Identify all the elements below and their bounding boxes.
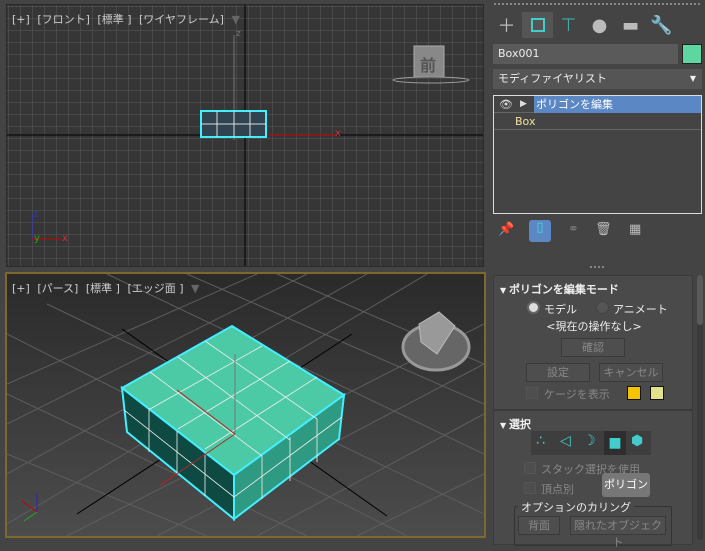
scrollbar-thumb[interactable] <box>697 275 703 325</box>
show-end-result-button[interactable]: ▯ <box>529 220 551 242</box>
configure-sets-icon[interactable]: ▦ <box>629 222 641 237</box>
collapse-arrow-icon: ▼ <box>500 421 509 430</box>
panel-drag-handle[interactable] <box>494 3 700 5</box>
gizmo-x-label: x <box>62 233 68 244</box>
tab-motion[interactable]: ● <box>584 12 615 38</box>
axis-z-label: z <box>236 29 241 39</box>
vp-menu-view[interactable]: [フロント] <box>37 13 90 26</box>
vp-menu-shading-std[interactable]: [標準 ] <box>86 282 120 295</box>
border-icon[interactable]: ☽ <box>583 433 596 449</box>
panel-scrollbar[interactable] <box>697 275 703 540</box>
rollout-selection: ▼ 選択 ∴ ◁ ☽ ■ ⬢ スタック選択を使用 頂点別 オプションのカリング … <box>493 410 693 549</box>
radio-model[interactable] <box>527 301 540 314</box>
rollout-header[interactable]: ▼ 選択 <box>500 416 531 432</box>
command-panel: ＋ ⊤ ● ▬ 🔧 Box001 モディファイヤリスト ▼ 👁 ▶ ポリゴンを編… <box>490 0 705 549</box>
commit-button[interactable]: 確認 <box>561 338 625 357</box>
modifier-stack[interactable]: 👁 ▶ ポリゴンを編集 Box <box>493 95 702 214</box>
viewport-front-label[interactable]: [+] [フロント] [標準 ] [ワイヤフレーム] ▼ <box>12 11 244 27</box>
modifier-list-dropdown[interactable]: モディファイヤリスト ▼ <box>493 69 702 89</box>
rollout-title: 選択 <box>508 418 531 431</box>
rollout-divider[interactable] <box>590 266 604 268</box>
culling-group: オプションのカリング 背面 隠れたオブジェクト <box>514 499 672 549</box>
element-icon[interactable]: ⬢ <box>631 433 643 449</box>
object-color-swatch[interactable] <box>682 44 702 64</box>
make-unique-icon[interactable]: ⚭ <box>568 222 579 237</box>
current-operation: <現在の操作なし> <box>546 320 642 333</box>
vp-menu-plus[interactable]: [+] <box>12 282 30 295</box>
tab-utilities[interactable]: 🔧 <box>646 12 677 38</box>
radio-model-label: モデル <box>544 303 577 316</box>
expand-arrow-icon[interactable]: ▶ <box>520 96 527 113</box>
remove-modifier-icon[interactable]: 🗑 <box>595 222 612 237</box>
vp-menu-view[interactable]: [パース] <box>37 282 78 295</box>
vp-menu-display[interactable]: [エッジ面 ] <box>127 282 183 295</box>
tab-create[interactable]: ＋ <box>491 12 522 38</box>
vp-menu-shading-std[interactable]: [標準 ] <box>97 13 131 26</box>
front-grid <box>7 5 483 266</box>
vp-menu-plus[interactable]: [+] <box>12 13 30 26</box>
gizmo-z-label: z <box>33 209 39 220</box>
stack-toolbar: 📌 ▯ ⚭ 🗑 ▦ <box>493 219 702 243</box>
settings-button[interactable]: 設定 <box>526 363 590 382</box>
filter-icon[interactable]: ▼ <box>231 13 239 26</box>
cage-color-2[interactable] <box>650 386 664 400</box>
stack-item-edit-poly[interactable]: 👁 ▶ ポリゴンを編集 <box>494 96 701 113</box>
radio-animate[interactable] <box>596 301 609 314</box>
subobject-toolbar: ∴ ◁ ☽ ■ ⬢ <box>531 431 651 455</box>
axis-x-label: x <box>335 128 341 139</box>
vertex-icon[interactable]: ∴ <box>536 433 545 449</box>
hidden-objects-button[interactable]: 隠れたオブジェクト <box>570 516 666 549</box>
pin-stack-icon[interactable]: 📌 <box>498 222 514 237</box>
show-cage-label: ケージを表示 <box>544 388 610 401</box>
by-vertex-label: 頂点別 <box>541 483 574 496</box>
vp-menu-display[interactable]: [ワイヤフレーム] <box>139 13 224 26</box>
polygon-icon[interactable]: ■ <box>604 431 626 455</box>
cancel-button[interactable]: キャンセル <box>599 363 663 382</box>
use-stack-selection-checkbox[interactable] <box>524 462 536 474</box>
gizmo-y-label: y <box>34 233 40 244</box>
eye-icon[interactable]: 👁 <box>499 96 513 113</box>
stack-item-label: ポリゴンを編集 <box>534 96 701 113</box>
tooltip: ポリゴン <box>602 473 650 497</box>
viewport-perspective-label[interactable]: [+] [パース] [標準 ] [エッジ面 ] ▼ <box>12 280 204 296</box>
rollout-title: ポリゴンを編集モード <box>508 283 619 296</box>
by-vertex-checkbox[interactable] <box>524 482 536 494</box>
tab-display[interactable]: ▬ <box>615 12 646 38</box>
rollout-header[interactable]: ▼ ポリゴンを編集モード <box>500 281 619 297</box>
viewport-perspective[interactable]: [+] [パース] [標準 ] [エッジ面 ] ▼ <box>5 272 486 538</box>
show-cage-checkbox[interactable] <box>526 387 538 399</box>
object-name-input[interactable]: Box001 <box>493 44 678 64</box>
rollout-edit-poly-mode: ▼ ポリゴンを編集モード モデル アニメート <現在の操作なし> 確認 設定 キ… <box>493 275 693 410</box>
collapse-arrow-icon: ▼ <box>500 286 509 295</box>
radio-animate-label: アニメート <box>613 303 668 316</box>
chevron-down-icon: ▼ <box>689 74 696 83</box>
modifier-list-label: モディファイヤリスト <box>498 72 607 85</box>
viewcube-label[interactable]: 前 <box>420 52 436 76</box>
edge-icon[interactable]: ◁ <box>560 433 571 449</box>
stack-item-box[interactable]: Box <box>494 113 701 130</box>
tab-modify[interactable] <box>522 12 553 38</box>
modify-icon <box>530 18 545 32</box>
tab-hierarchy[interactable]: ⊤ <box>553 12 584 38</box>
filter-icon[interactable]: ▼ <box>191 282 199 295</box>
culling-group-label: オプションのカリング <box>518 499 634 515</box>
backface-button[interactable]: 背面 <box>518 516 560 535</box>
perspective-scene <box>7 274 484 536</box>
viewport-front[interactable]: 前 z x z y x [+] [フロント] [標準 ] [ワイヤフレーム] ▼ <box>6 4 484 267</box>
cage-color-1[interactable] <box>627 386 641 400</box>
